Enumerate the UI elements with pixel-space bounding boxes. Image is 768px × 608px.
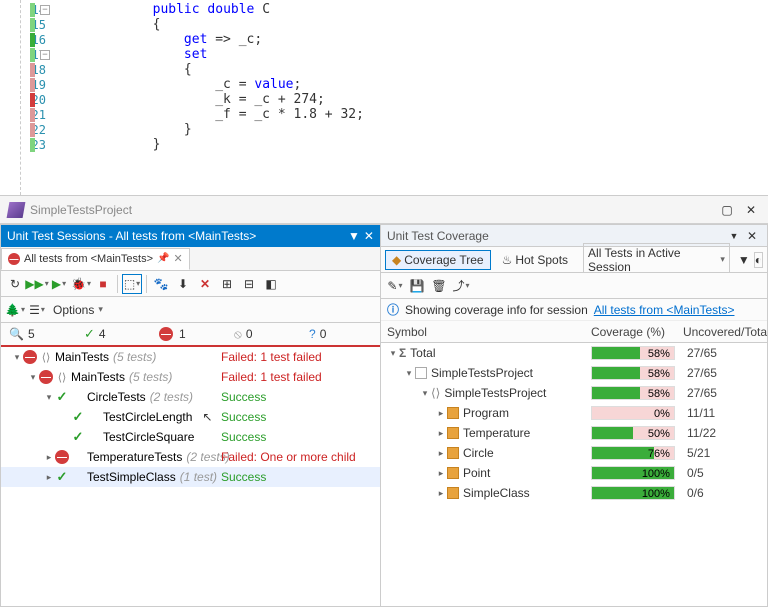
list-mode-icon[interactable]: ☰	[27, 300, 47, 320]
repeat-icon[interactable]: ↻	[5, 274, 25, 294]
window-header: SimpleTestsProject ▢ ✕	[0, 196, 768, 224]
coverage-node[interactable]: ▸Program0%11/11	[381, 403, 767, 423]
panels-row: Unit Test Sessions - All tests from <Mai…	[0, 224, 768, 607]
filter-skip[interactable]: ⦸0	[226, 327, 301, 342]
coverage-node[interactable]: ▾ΣTotal58%27/65	[381, 343, 767, 363]
layout-icon[interactable]: ◧	[261, 274, 281, 294]
vs-icon	[7, 202, 26, 218]
test-node[interactable]: ✓TestCircleSquareSuccess	[1, 427, 380, 447]
info-text: Showing coverage info for session	[405, 303, 588, 317]
test-node[interactable]: ▸✓TestSimpleClass(1 test)Success	[1, 467, 380, 487]
delete-icon[interactable]: 🗑	[429, 276, 449, 296]
test-node[interactable]: ✓TestCircleLengthSuccess↖	[1, 407, 380, 427]
close-button[interactable]: ✕	[742, 201, 760, 219]
col-uncovered[interactable]: Uncovered/Tota	[683, 325, 767, 339]
test-node[interactable]: ▾—⟨⟩MainTests(5 tests)Failed: 1 test fai…	[1, 367, 380, 387]
sessions-header: Unit Test Sessions - All tests from <Mai…	[1, 225, 380, 247]
info-link[interactable]: All tests from <MainTests>	[594, 303, 735, 317]
tab-close-icon[interactable]: ✕	[173, 252, 182, 265]
close-panel-icon[interactable]: ✕	[743, 227, 761, 245]
debug-icon[interactable]: 🐞	[71, 274, 91, 294]
hot-spots-tab[interactable]: ♨Hot Spots	[495, 250, 575, 270]
session-selector[interactable]: All Tests in Active Session	[583, 243, 730, 277]
fail-icon: —	[8, 253, 20, 265]
col-symbol[interactable]: Symbol	[381, 325, 591, 339]
unit-test-sessions-panel: Unit Test Sessions - All tests from <Mai…	[0, 224, 381, 607]
window-title: SimpleTestsProject	[30, 203, 712, 217]
collapse-icon[interactable]: ⊟	[239, 274, 259, 294]
test-node[interactable]: ▾✓CircleTests(2 tests)Success	[1, 387, 380, 407]
maximize-button[interactable]: ▢	[718, 201, 736, 219]
coverage-toolbar: ✎ 💾 🗑 ⤴	[381, 273, 767, 299]
coverage-title: Unit Test Coverage	[387, 229, 725, 243]
coverage-tree[interactable]: ▾ΣTotal58%27/65▾SimpleTestsProject58%27/…	[381, 343, 767, 606]
sessions-tab-bar: — All tests from <MainTests> 📌 ✕	[1, 247, 380, 271]
coverage-tree-tab[interactable]: ◆Coverage Tree	[385, 250, 491, 270]
coverage-pill-row: ◆Coverage Tree ♨Hot Spots All Tests in A…	[381, 247, 767, 273]
coverage-info-row: ⓘ Showing coverage info for session All …	[381, 299, 767, 321]
coverage-node[interactable]: ▸Point100%0/5	[381, 463, 767, 483]
run-all-icon[interactable]: ▶▶	[27, 274, 47, 294]
filter-info[interactable]: ?0	[301, 327, 376, 341]
test-node[interactable]: ▾—⟨⟩MainTests(5 tests)Failed: 1 test fai…	[1, 347, 380, 367]
coverage-node[interactable]: ▾SimpleTestsProject58%27/65	[381, 363, 767, 383]
sessions-toolbar-2: 🌲 ☰ Options ▾	[1, 297, 380, 323]
run-icon[interactable]: ▶	[49, 274, 69, 294]
highlight-icon[interactable]: ◐	[754, 252, 763, 268]
close-panel-icon[interactable]: ✕	[364, 229, 374, 243]
sessions-toolbar: ↻ ▶▶ ▶ 🐞 ■ ⬚ 🐾 ⬇ ✕ ⊞ ⊟ ◧	[1, 271, 380, 297]
col-coverage[interactable]: Coverage (%)	[591, 325, 683, 339]
pin-icon[interactable]: 📌	[157, 253, 169, 264]
export-icon[interactable]: ⤴	[451, 276, 471, 296]
filter-row: 🔍5 ✓4 —1 ⦸0 ?0	[1, 323, 380, 347]
stop-icon[interactable]: ■	[93, 274, 113, 294]
sessions-title: Unit Test Sessions - All tests from <Mai…	[7, 229, 344, 243]
code-body[interactable]: public double C { get => _c; set { _c = …	[50, 0, 768, 195]
options-label[interactable]: Options	[53, 303, 94, 317]
track-icon[interactable]: 🐾	[151, 274, 171, 294]
expand-icon[interactable]: ⊞	[217, 274, 237, 294]
info-icon: ⓘ	[387, 301, 399, 318]
session-tab-label: All tests from <MainTests>	[24, 253, 153, 265]
bookmark-icon[interactable]: ⬇	[173, 274, 193, 294]
filter-total[interactable]: 🔍5	[1, 327, 76, 341]
coverage-node[interactable]: ▸Temperature50%11/22	[381, 423, 767, 443]
coverage-panel: Unit Test Coverage ▼ ✕ ◆Coverage Tree ♨H…	[381, 224, 768, 607]
line-gutter: 14−151617−181920212223	[0, 0, 50, 195]
filter-icon[interactable]: ▼	[738, 253, 750, 267]
grouping-icon[interactable]: ⬚	[122, 274, 142, 294]
coverage-node[interactable]: ▾⟨⟩SimpleTestsProject58%27/65	[381, 383, 767, 403]
session-tab[interactable]: — All tests from <MainTests> 📌 ✕	[1, 248, 190, 270]
filter-fail[interactable]: —1	[151, 327, 226, 341]
coverage-columns: Symbol Coverage (%) Uncovered/Tota	[381, 321, 767, 343]
test-node[interactable]: ▸—TemperatureTests(2 tests)Failed: One o…	[1, 447, 380, 467]
edit-icon[interactable]: ✎	[385, 276, 405, 296]
filter-pass[interactable]: ✓4	[76, 326, 151, 342]
remove-icon[interactable]: ✕	[195, 274, 215, 294]
save-icon[interactable]: 💾	[407, 276, 427, 296]
test-tree[interactable]: ▾—⟨⟩MainTests(5 tests)Failed: 1 test fai…	[1, 347, 380, 606]
tree-mode-icon[interactable]: 🌲	[5, 300, 25, 320]
coverage-node[interactable]: ▸SimpleClass100%0/6	[381, 483, 767, 503]
code-editor: 14−151617−181920212223 public double C {…	[0, 0, 768, 196]
coverage-node[interactable]: ▸Circle76%5/21	[381, 443, 767, 463]
dropdown-icon[interactable]: ▼	[348, 229, 360, 243]
